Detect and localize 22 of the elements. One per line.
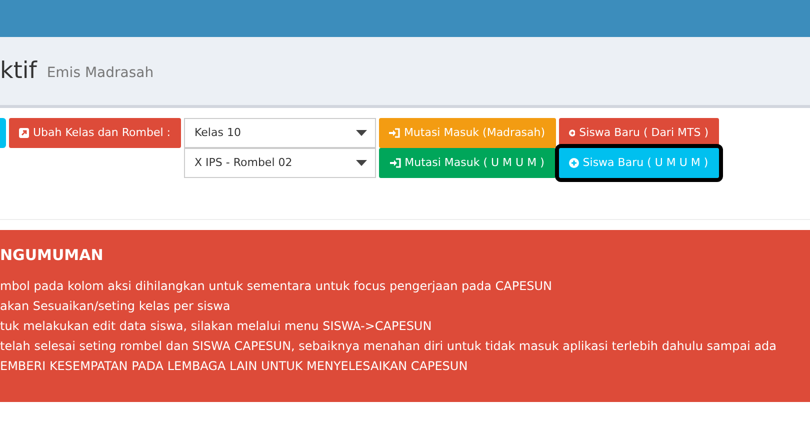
page-subtitle: Emis Madrasah [46,64,154,83]
page-title: ktif [0,56,37,86]
change-class-button[interactable]: Ubah Kelas dan Rombel : [9,118,180,148]
transfer-in-button[interactable]: Mutasi Masuk ( U M U M ) [378,148,556,178]
sign-in-icon [388,128,400,138]
dropdown-caret-icon [356,160,366,166]
class-select[interactable]: X IPS - Rombel 02 [184,148,376,178]
new-student-button[interactable]: Siswa Baru ( U M U M ) [558,148,718,178]
announcement-line: tuk melakukan edit data siswa, silakan melalui menu SISWA->CAPESUN [0,318,433,335]
announcement-line: telah selesai seting rombel dan SISWA CAPESUN, sebaiknya menahan diri untuk tidak masuk aplikasi terlebih dahulu sampai ada [0,338,778,355]
dropdown-caret-icon [356,130,366,136]
announcement-line: mbol pada kolom aksi dihilangkan untuk sementara untuk focus pengerjaan pada CAPESUN [0,278,554,295]
transfer-in-button[interactable]: Mutasi Masuk (Madrasah) [378,118,556,148]
plus-circle-icon [568,158,579,168]
announcement-line: EMBERI KESEMPATAN PADA LEMBAGA LAIN UNTUK MENYELESAIKAN CAPESUN [0,358,469,375]
sign-in-icon [390,158,401,168]
plus-circle-icon [568,128,576,138]
external-link-icon [19,128,29,138]
announcement-title: NGUMUMAN [0,246,104,264]
class-select[interactable]: Kelas 10 [184,118,376,148]
announcement-line: akan Sesuaikan/seting kelas per siswa [0,298,232,315]
button[interactable] [0,118,6,148]
